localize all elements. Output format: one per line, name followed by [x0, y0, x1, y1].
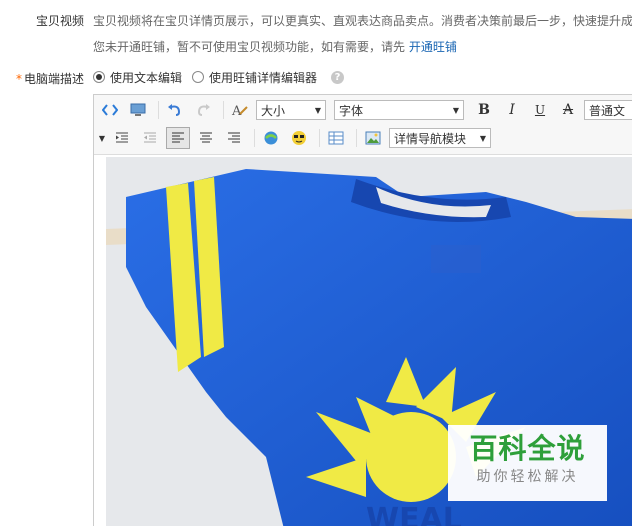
toolbar-separator: [319, 129, 320, 147]
insert-link-icon[interactable]: [259, 127, 283, 149]
indent-icon[interactable]: [110, 127, 134, 149]
watermark-title: 百科全说: [469, 432, 586, 465]
shop-editor-label: 使用旺铺详情编辑器: [209, 70, 318, 85]
shop-editor-option[interactable]: 使用旺铺详情编辑器: [192, 69, 317, 86]
help-icon[interactable]: ?: [331, 70, 345, 84]
bold-icon: B: [478, 102, 490, 118]
font-size-value: 大小: [261, 103, 286, 118]
open-shop-link[interactable]: 开通旺铺: [409, 40, 457, 54]
underline-icon: U: [534, 103, 546, 117]
insert-table-icon[interactable]: [324, 127, 348, 149]
align-left-icon[interactable]: [166, 127, 190, 149]
font-size-select[interactable]: 大小 ▼: [256, 100, 326, 120]
outdent-icon[interactable]: [138, 127, 162, 149]
video-notice-text: 您未开通旺铺，暂不可使用宝贝视频功能，如有需要，请先: [93, 40, 406, 54]
toolbar-separator: [356, 129, 357, 147]
paragraph-format-select[interactable]: 普通文: [584, 100, 632, 120]
font-family-value: 字体: [339, 103, 364, 118]
video-label: 宝贝视频: [35, 14, 84, 28]
redo-icon[interactable]: [191, 99, 215, 121]
source-code-icon[interactable]: [98, 99, 122, 121]
detail-nav-module-value: 详情导航模块: [394, 131, 467, 146]
detail-nav-module-select[interactable]: 详情导航模块 ▼: [389, 128, 491, 148]
toolbar-row-2: ▼ 详情导航模块 ▼: [96, 126, 499, 150]
svg-text:A: A: [231, 104, 242, 118]
video-notice: 您未开通旺铺，暂不可使用宝贝视频功能，如有需要，请先 开通旺铺: [93, 38, 457, 55]
text-editor-radio[interactable]: [93, 71, 105, 83]
shop-editor-radio[interactable]: [192, 71, 205, 83]
required-asterisk: *: [15, 72, 22, 86]
chevron-down-icon: ▼: [452, 105, 459, 115]
video-description: 宝贝视频将在宝贝详情页展示，可以更真实、直观表达商品卖点。消费者决策前最后一步，…: [93, 14, 632, 28]
italic-icon: I: [509, 102, 515, 118]
toolbar-separator: [254, 129, 255, 147]
chevron-down-icon[interactable]: ▼: [96, 127, 108, 149]
chevron-down-icon: ▼: [479, 133, 486, 143]
editor-mode-radios: 使用文本编辑 使用旺铺详情编辑器 ?: [93, 68, 345, 86]
toolbar-separator: [158, 101, 159, 119]
watermark-badge: 百科全说 助你轻松解决: [448, 425, 607, 501]
align-right-icon[interactable]: [222, 127, 246, 149]
pc-desc-label-text: 电脑端描述: [23, 72, 84, 86]
undo-icon[interactable]: [163, 99, 187, 121]
text-editor-option[interactable]: 使用文本编辑: [93, 69, 182, 86]
svg-text:WEAL: WEAL: [366, 502, 462, 526]
preview-icon[interactable]: [126, 99, 150, 121]
underline-button[interactable]: U: [528, 99, 552, 121]
text-editor-label: 使用文本编辑: [110, 70, 183, 85]
paragraph-format-value: 普通文: [589, 103, 626, 118]
toolbar-separator: [223, 101, 224, 119]
chevron-down-icon: ▼: [314, 105, 321, 115]
insert-image-icon[interactable]: [361, 127, 385, 149]
emoticon-icon[interactable]: [287, 127, 311, 149]
toolbar-row-1: A 大小 ▼ 字体 ▼ B I U A 普通文: [98, 98, 632, 122]
watermark-subtitle: 助你轻松解决: [476, 469, 579, 485]
editor-toolbar: A 大小 ▼ 字体 ▼ B I U A 普通文 ▼ 详情导航模块 ▼: [94, 95, 632, 155]
clear-format-icon[interactable]: A: [228, 99, 252, 121]
align-center-icon[interactable]: [194, 127, 218, 149]
pc-desc-label: * 电脑端描述: [0, 70, 84, 87]
font-family-select[interactable]: 字体 ▼: [334, 100, 464, 120]
strikethrough-button[interactable]: A: [556, 99, 580, 121]
italic-button[interactable]: I: [500, 99, 524, 121]
strikethrough-icon: A: [562, 102, 574, 118]
bold-button[interactable]: B: [472, 99, 496, 121]
